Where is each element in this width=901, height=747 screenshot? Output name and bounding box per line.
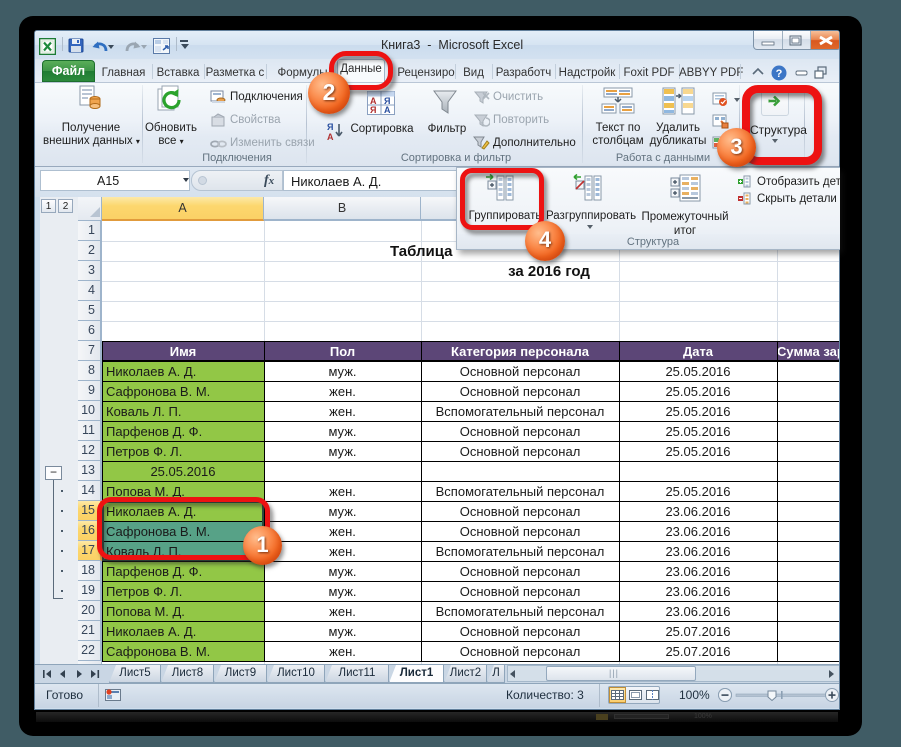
svg-text:А: А [327,132,334,141]
svg-text:?: ? [776,68,783,80]
svg-text:А: А [384,105,391,115]
svg-text:Я: Я [327,122,333,132]
svg-text:Я: Я [370,105,376,115]
